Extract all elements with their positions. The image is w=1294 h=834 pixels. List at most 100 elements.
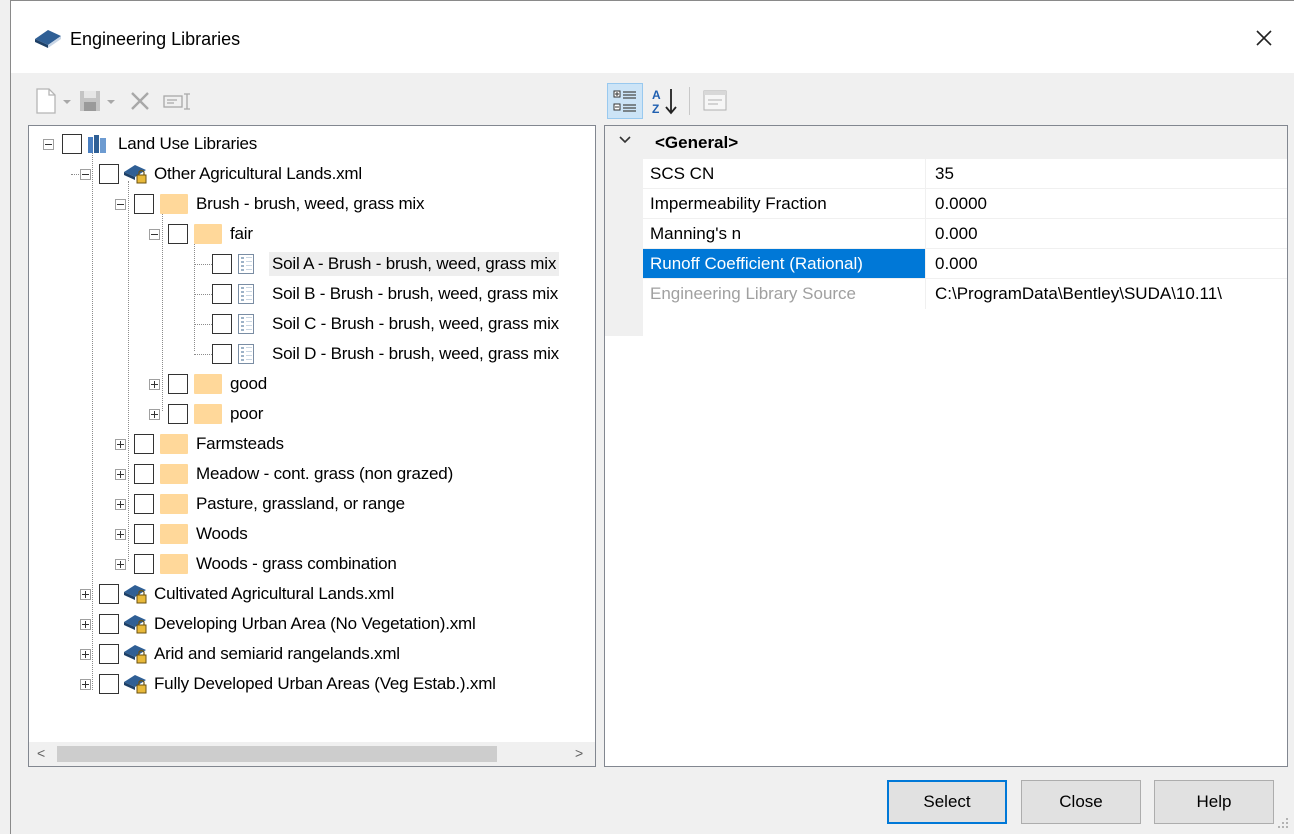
tree-node-entry[interactable]: Soil A - Brush - brush, weed, grass mix	[29, 249, 595, 279]
property-value[interactable]: 0.000	[929, 219, 1287, 249]
collapse-toggle[interactable]	[80, 169, 91, 180]
close-icon[interactable]	[1249, 23, 1279, 53]
tree-node-label: Brush - brush, weed, grass mix	[196, 194, 425, 213]
close-button[interactable]: Close	[1021, 780, 1141, 824]
tree-node-label: Pasture, grassland, or range	[196, 494, 405, 513]
select-button[interactable]: Select	[887, 780, 1007, 824]
checkbox[interactable]	[134, 494, 154, 514]
property-value[interactable]: 0.0000	[929, 189, 1287, 219]
folder-icon	[160, 194, 188, 214]
checkbox[interactable]	[99, 614, 119, 634]
tree-node-category[interactable]: Farmsteads	[29, 429, 595, 459]
checkbox[interactable]	[99, 164, 119, 184]
tree-node-condition[interactable]: fair	[29, 219, 595, 249]
expand-toggle[interactable]	[80, 619, 91, 630]
expand-toggle[interactable]	[115, 499, 126, 510]
expand-toggle[interactable]	[115, 469, 126, 480]
folder-icon	[160, 554, 188, 574]
dropdown-arrow-icon[interactable]	[105, 86, 117, 116]
expand-toggle[interactable]	[149, 379, 160, 390]
new-icon[interactable]	[33, 86, 59, 116]
tree-connector	[194, 294, 212, 295]
checkbox[interactable]	[62, 134, 82, 154]
checkbox[interactable]	[212, 284, 232, 304]
library-tree[interactable]: Land Use Libraries Other Agricultural La…	[28, 125, 596, 767]
checkbox[interactable]	[134, 524, 154, 544]
scroll-left-icon[interactable]: <	[37, 745, 45, 761]
expand-toggle[interactable]	[115, 439, 126, 450]
checkbox[interactable]	[134, 434, 154, 454]
tree-node-library[interactable]: Developing Urban Area (No Vegetation).xm…	[29, 609, 595, 639]
tree-node-category[interactable]: Woods - grass combination	[29, 549, 595, 579]
categorized-button[interactable]	[607, 83, 643, 119]
tree-node-condition[interactable]: good	[29, 369, 595, 399]
tree-node-library[interactable]: Cultivated Agricultural Lands.xml	[29, 579, 595, 609]
rename-icon[interactable]	[161, 86, 195, 116]
checkbox[interactable]	[99, 674, 119, 694]
property-row[interactable]: Impermeability Fraction 0.0000	[643, 188, 1287, 219]
tree-node-label: Soil B - Brush - brush, weed, grass mix	[272, 284, 559, 303]
folder-icon	[160, 464, 188, 484]
property-pages-icon[interactable]	[701, 87, 731, 115]
expand-toggle[interactable]	[115, 529, 126, 540]
alphabetical-sort-icon[interactable]: A Z	[649, 85, 681, 117]
tree-node-library[interactable]: Fully Developed Urban Areas (Veg Estab.)…	[29, 669, 595, 699]
property-row[interactable]: Manning's n 0.000	[643, 218, 1287, 249]
collapse-toggle[interactable]	[149, 229, 160, 240]
help-button[interactable]: Help	[1154, 780, 1274, 824]
tree-node-category[interactable]: Pasture, grassland, or range	[29, 489, 595, 519]
folder-icon	[194, 374, 222, 394]
checkbox[interactable]	[99, 644, 119, 664]
tree-node-library[interactable]: Arid and semiarid rangelands.xml	[29, 639, 595, 669]
tree-node-root[interactable]: Land Use Libraries	[29, 129, 595, 159]
category-general[interactable]: <General>	[605, 126, 1287, 158]
checkbox[interactable]	[212, 344, 232, 364]
dropdown-arrow-icon[interactable]	[61, 86, 73, 116]
checkbox[interactable]	[168, 404, 188, 424]
expand-toggle[interactable]	[80, 589, 91, 600]
checkbox[interactable]	[134, 464, 154, 484]
tree-node-label: good	[230, 374, 268, 393]
checkbox[interactable]	[99, 584, 119, 604]
category-label: <General>	[655, 133, 739, 152]
tree-node-condition[interactable]: poor	[29, 399, 595, 429]
resize-grip-icon[interactable]	[1276, 816, 1290, 830]
collapse-toggle[interactable]	[115, 199, 126, 210]
horizontal-scrollbar[interactable]: < >	[29, 742, 595, 766]
property-row-readonly[interactable]: Engineering Library Source C:\ProgramDat…	[643, 278, 1287, 309]
expand-toggle[interactable]	[80, 649, 91, 660]
scroll-right-icon[interactable]: >	[575, 745, 583, 761]
property-value[interactable]: 0.000	[929, 249, 1287, 279]
checkbox[interactable]	[134, 194, 154, 214]
property-value[interactable]: C:\ProgramData\Bentley\SUDA\10.11\	[929, 279, 1287, 309]
expand-toggle[interactable]	[80, 679, 91, 690]
tree-node-entry[interactable]: Soil B - Brush - brush, weed, grass mix	[29, 279, 595, 309]
property-value[interactable]: 35	[929, 159, 1287, 189]
tree-node-label: Farmsteads	[196, 434, 284, 453]
scrollbar-thumb[interactable]	[57, 746, 497, 762]
folder-icon	[160, 434, 188, 454]
checkbox[interactable]	[168, 374, 188, 394]
tree-node-category[interactable]: Woods	[29, 519, 595, 549]
checkbox[interactable]	[168, 224, 188, 244]
expand-toggle[interactable]	[149, 409, 160, 420]
checkbox[interactable]	[212, 254, 232, 274]
tree-node-category[interactable]: Meadow - cont. grass (non grazed)	[29, 459, 595, 489]
checkbox[interactable]	[134, 554, 154, 574]
svg-text:A: A	[652, 88, 661, 102]
save-icon[interactable]	[77, 86, 103, 116]
delete-icon[interactable]	[125, 86, 155, 116]
tree-node-label: Developing Urban Area (No Vegetation).xm…	[154, 614, 476, 633]
tree-node-entry[interactable]: Soil D - Brush - brush, weed, grass mix	[29, 339, 595, 369]
collapse-toggle[interactable]	[43, 139, 54, 150]
property-name: SCS CN	[643, 159, 926, 189]
property-row-selected[interactable]: Runoff Coefficient (Rational) 0.000	[643, 248, 1287, 279]
tree-node-library[interactable]: Other Agricultural Lands.xml	[29, 159, 595, 189]
tree-node-entry[interactable]: Soil C - Brush - brush, weed, grass mix	[29, 309, 595, 339]
tree-node-category[interactable]: Brush - brush, weed, grass mix	[29, 189, 595, 219]
property-row[interactable]: SCS CN 35	[643, 158, 1287, 189]
expand-toggle[interactable]	[115, 559, 126, 570]
chevron-down-icon[interactable]	[619, 134, 631, 146]
checkbox[interactable]	[212, 314, 232, 334]
categorized-icon	[613, 90, 636, 112]
